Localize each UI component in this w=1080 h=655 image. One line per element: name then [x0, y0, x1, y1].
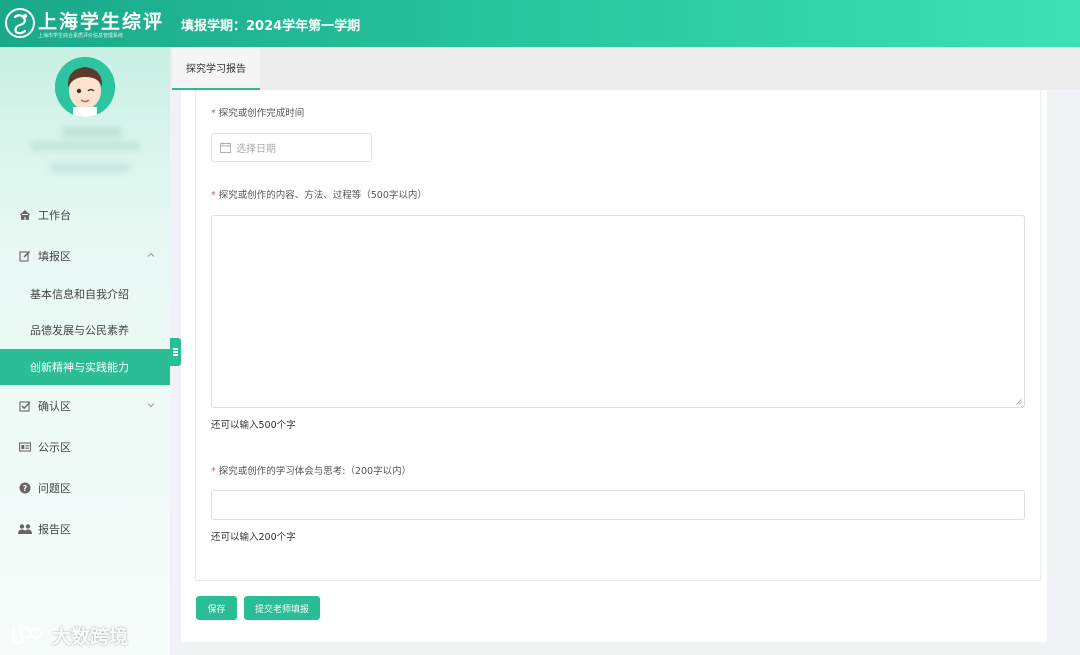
- watermark-text: 大数跨境: [52, 625, 129, 648]
- resize-handle-icon[interactable]: [1016, 399, 1022, 405]
- watermark-logo-icon: [11, 624, 42, 645]
- sidebar-subitem-innovation[interactable]: 创新精神与实践能力: [0, 349, 170, 385]
- svg-text:?: ?: [23, 484, 28, 493]
- sidebar-item-label: 工作台: [38, 209, 71, 222]
- blurred-info: [30, 141, 140, 151]
- sidebar-subitem-label: 基本信息和自我介绍: [30, 288, 129, 301]
- logo-icon: [5, 8, 35, 38]
- sidebar: 工作台 填报区 基本信息和自我介绍 品德发展与公民素养 创新精神与实践能力 确认…: [0, 47, 170, 655]
- required-mark: *: [211, 108, 216, 119]
- users-icon: [18, 522, 32, 536]
- sidebar-item-question-area[interactable]: ? 问题区: [0, 470, 170, 506]
- edit-icon: [18, 249, 32, 263]
- sidebar-subitem-label: 品德发展与公民素养: [30, 324, 129, 337]
- sidebar-collapse-handle[interactable]: [170, 338, 181, 366]
- save-button[interactable]: 保存: [196, 596, 237, 620]
- sidebar-item-label: 确认区: [38, 400, 71, 413]
- app-header: 上海学生综评 上海市学生综合素质评价信息管理系统 填报学期：2024学年第一学期: [0, 0, 1080, 47]
- sidebar-subitem-label: 创新精神与实践能力: [30, 361, 129, 374]
- content-char-counter: 还可以输入500个字: [211, 420, 296, 431]
- required-mark: *: [211, 190, 216, 201]
- reflection-label: * 探究或创作的学习体会与思考:（200字以内）: [211, 466, 412, 477]
- app-subtitle: 上海市学生综合素质评价信息管理系统: [38, 33, 124, 39]
- board-icon: [18, 440, 32, 454]
- avatar[interactable]: [55, 57, 115, 117]
- sidebar-item-label: 填报区: [38, 250, 71, 263]
- sidebar-item-report-area[interactable]: 报告区: [0, 511, 170, 547]
- reflection-char-counter: 还可以输入200个字: [211, 532, 296, 543]
- sidebar-item-label: 公示区: [38, 441, 71, 454]
- date-placeholder: 选择日期: [236, 144, 276, 155]
- submit-teacher-button[interactable]: 提交老师填报: [244, 596, 320, 620]
- chevron-up-icon: [147, 252, 155, 257]
- sidebar-item-confirm-area[interactable]: 确认区: [0, 388, 170, 424]
- watermark: 大数跨境: [10, 622, 128, 648]
- blurred-info: [50, 163, 130, 173]
- sidebar-item-workbench[interactable]: 工作台: [0, 197, 170, 233]
- content-textarea[interactable]: [211, 215, 1025, 408]
- calendar-icon: [220, 142, 231, 153]
- checkbox-icon: [18, 399, 32, 413]
- date-picker[interactable]: 选择日期: [211, 133, 372, 162]
- tab-label: 探究学习报告: [186, 64, 246, 75]
- term-label: 填报学期：2024学年第一学期: [181, 19, 361, 34]
- sidebar-item-public-area[interactable]: 公示区: [0, 429, 170, 465]
- tab-research-report[interactable]: 探究学习报告: [172, 47, 260, 90]
- blurred-name: [62, 127, 122, 137]
- chevron-down-icon: [147, 403, 155, 408]
- question-icon: ?: [18, 481, 32, 495]
- required-mark: *: [211, 466, 216, 477]
- sidebar-item-label: 问题区: [38, 482, 71, 495]
- tab-bar: 探究学习报告: [170, 47, 1080, 90]
- content-label: * 探究或创作的内容、方法、过程等（500字以内）: [211, 190, 427, 201]
- sidebar-subitem-basic-info[interactable]: 基本信息和自我介绍: [0, 276, 170, 312]
- reflection-input[interactable]: [211, 490, 1025, 520]
- avatar-image: [55, 57, 115, 117]
- sidebar-subitem-moral-development[interactable]: 品德发展与公民素养: [0, 312, 170, 348]
- completion-time-label: * 探究或创作完成时间: [211, 108, 305, 119]
- app-title: 上海学生综评: [38, 11, 165, 33]
- sidebar-item-label: 报告区: [38, 523, 71, 536]
- home-icon: [18, 208, 32, 222]
- sidebar-item-fill-area[interactable]: 填报区: [0, 238, 170, 274]
